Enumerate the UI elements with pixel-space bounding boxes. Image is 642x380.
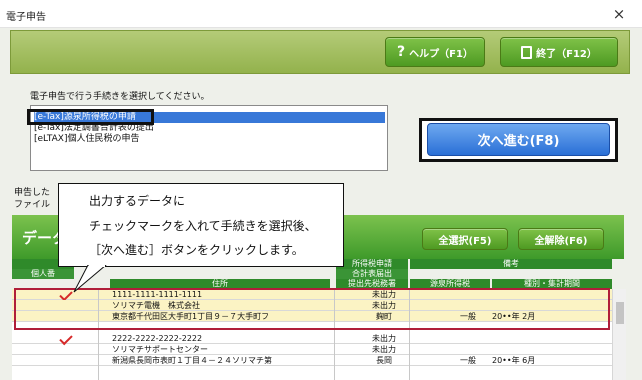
help-button[interactable]: ? ヘルプ（F1） bbox=[385, 37, 485, 67]
description-text: ファイル bbox=[14, 200, 51, 210]
table-row[interactable]: 2222-2222-2222-2222 未出力 bbox=[12, 333, 612, 344]
question-icon: ? bbox=[397, 44, 406, 60]
corp-number-cell: 2222-2222-2222-2222 bbox=[112, 334, 203, 343]
check-mark-icon[interactable] bbox=[59, 335, 73, 343]
exit-icon bbox=[521, 45, 533, 59]
callout-line: 出力するデータに bbox=[89, 194, 186, 208]
instruction-callout: 出力するデータに チェックマークを入れて手続きを選択後、 ［次へ進む］ボタンをク… bbox=[58, 183, 344, 267]
column-header-personal-number[interactable]: 個人番 bbox=[12, 269, 74, 279]
next-button[interactable]: 次へ進む(F8) bbox=[427, 123, 610, 156]
exit-button[interactable]: 終了（F12） bbox=[500, 37, 618, 67]
column-header-remarks: 備考 bbox=[410, 259, 612, 269]
window-title: 電子申告 bbox=[6, 12, 46, 23]
selection-highlight-box bbox=[27, 109, 154, 125]
table-row[interactable]: 新潟県長岡市表町１丁目４－２４ソリマチ第 長岡 一般 20••年 6月 bbox=[12, 355, 612, 366]
vertical-scrollbar[interactable] bbox=[612, 289, 626, 380]
address-cell: 新潟県長岡市表町１丁目４－２４ソリマチ第 bbox=[112, 356, 272, 365]
column-header-total[interactable]: 合計表届出 bbox=[336, 269, 408, 279]
callout-pointer bbox=[73, 265, 107, 293]
deselect-all-button[interactable]: 全解除(F6) bbox=[518, 228, 604, 250]
procedure-prompt: 電子申告で行う手続きを選択してください。 bbox=[30, 92, 210, 102]
name-cell: ソリマチサポートセンター bbox=[112, 345, 208, 354]
column-header-filing[interactable]: 所得税申請 bbox=[336, 259, 408, 269]
scrollbar-thumb[interactable] bbox=[616, 302, 624, 324]
procedure-item[interactable]: [eLTAX]個人住民税の申告 bbox=[34, 134, 139, 145]
period-cell: 20••年 6月 bbox=[492, 356, 536, 365]
close-icon[interactable]: × bbox=[604, 4, 634, 24]
table-row[interactable]: ソリマチサポートセンター 未出力 bbox=[12, 344, 612, 355]
help-button-label: ヘルプ（F1） bbox=[409, 48, 473, 60]
callout-line: ［次へ進む］ボタンをクリックします。 bbox=[89, 243, 304, 257]
title-bar: 電子申告 × bbox=[0, 0, 642, 28]
callout-line: チェックマークを入れて手続きを選択後、 bbox=[89, 219, 317, 233]
exit-button-label: 終了（F12） bbox=[536, 48, 597, 60]
select-all-button[interactable]: 全選択(F5) bbox=[422, 228, 508, 250]
